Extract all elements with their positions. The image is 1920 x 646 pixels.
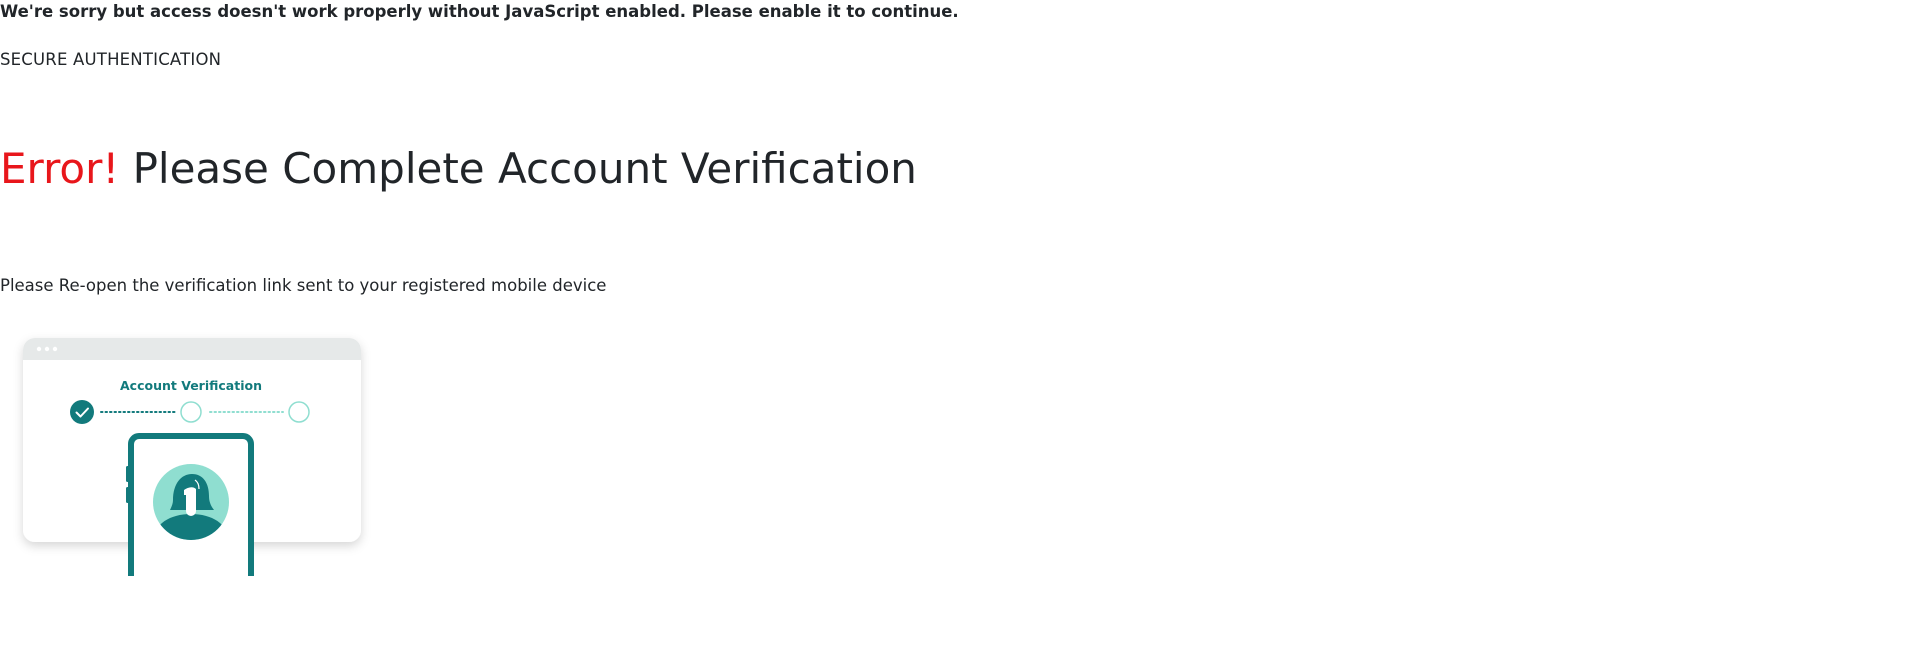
javascript-disabled-message: We're sorry but access doesn't work prop… xyxy=(0,2,959,21)
verification-instruction: Please Re-open the verification link sen… xyxy=(0,276,607,295)
step-pending-icon xyxy=(288,401,310,423)
page-title-text: Please Complete Account Verification xyxy=(132,144,917,193)
page-title: Error! Please Complete Account Verificat… xyxy=(0,143,917,195)
account-verification-illustration: Account Verification xyxy=(10,330,380,590)
window-dots-icon xyxy=(36,346,58,352)
step-pending-icon xyxy=(180,401,202,423)
verification-graphic: Account Verification xyxy=(23,338,361,576)
error-label: Error! xyxy=(0,144,120,193)
card-title: Account Verification xyxy=(120,378,262,393)
step-complete-check-icon xyxy=(70,400,94,424)
secure-authentication-label: SECURE AUTHENTICATION xyxy=(0,50,222,69)
